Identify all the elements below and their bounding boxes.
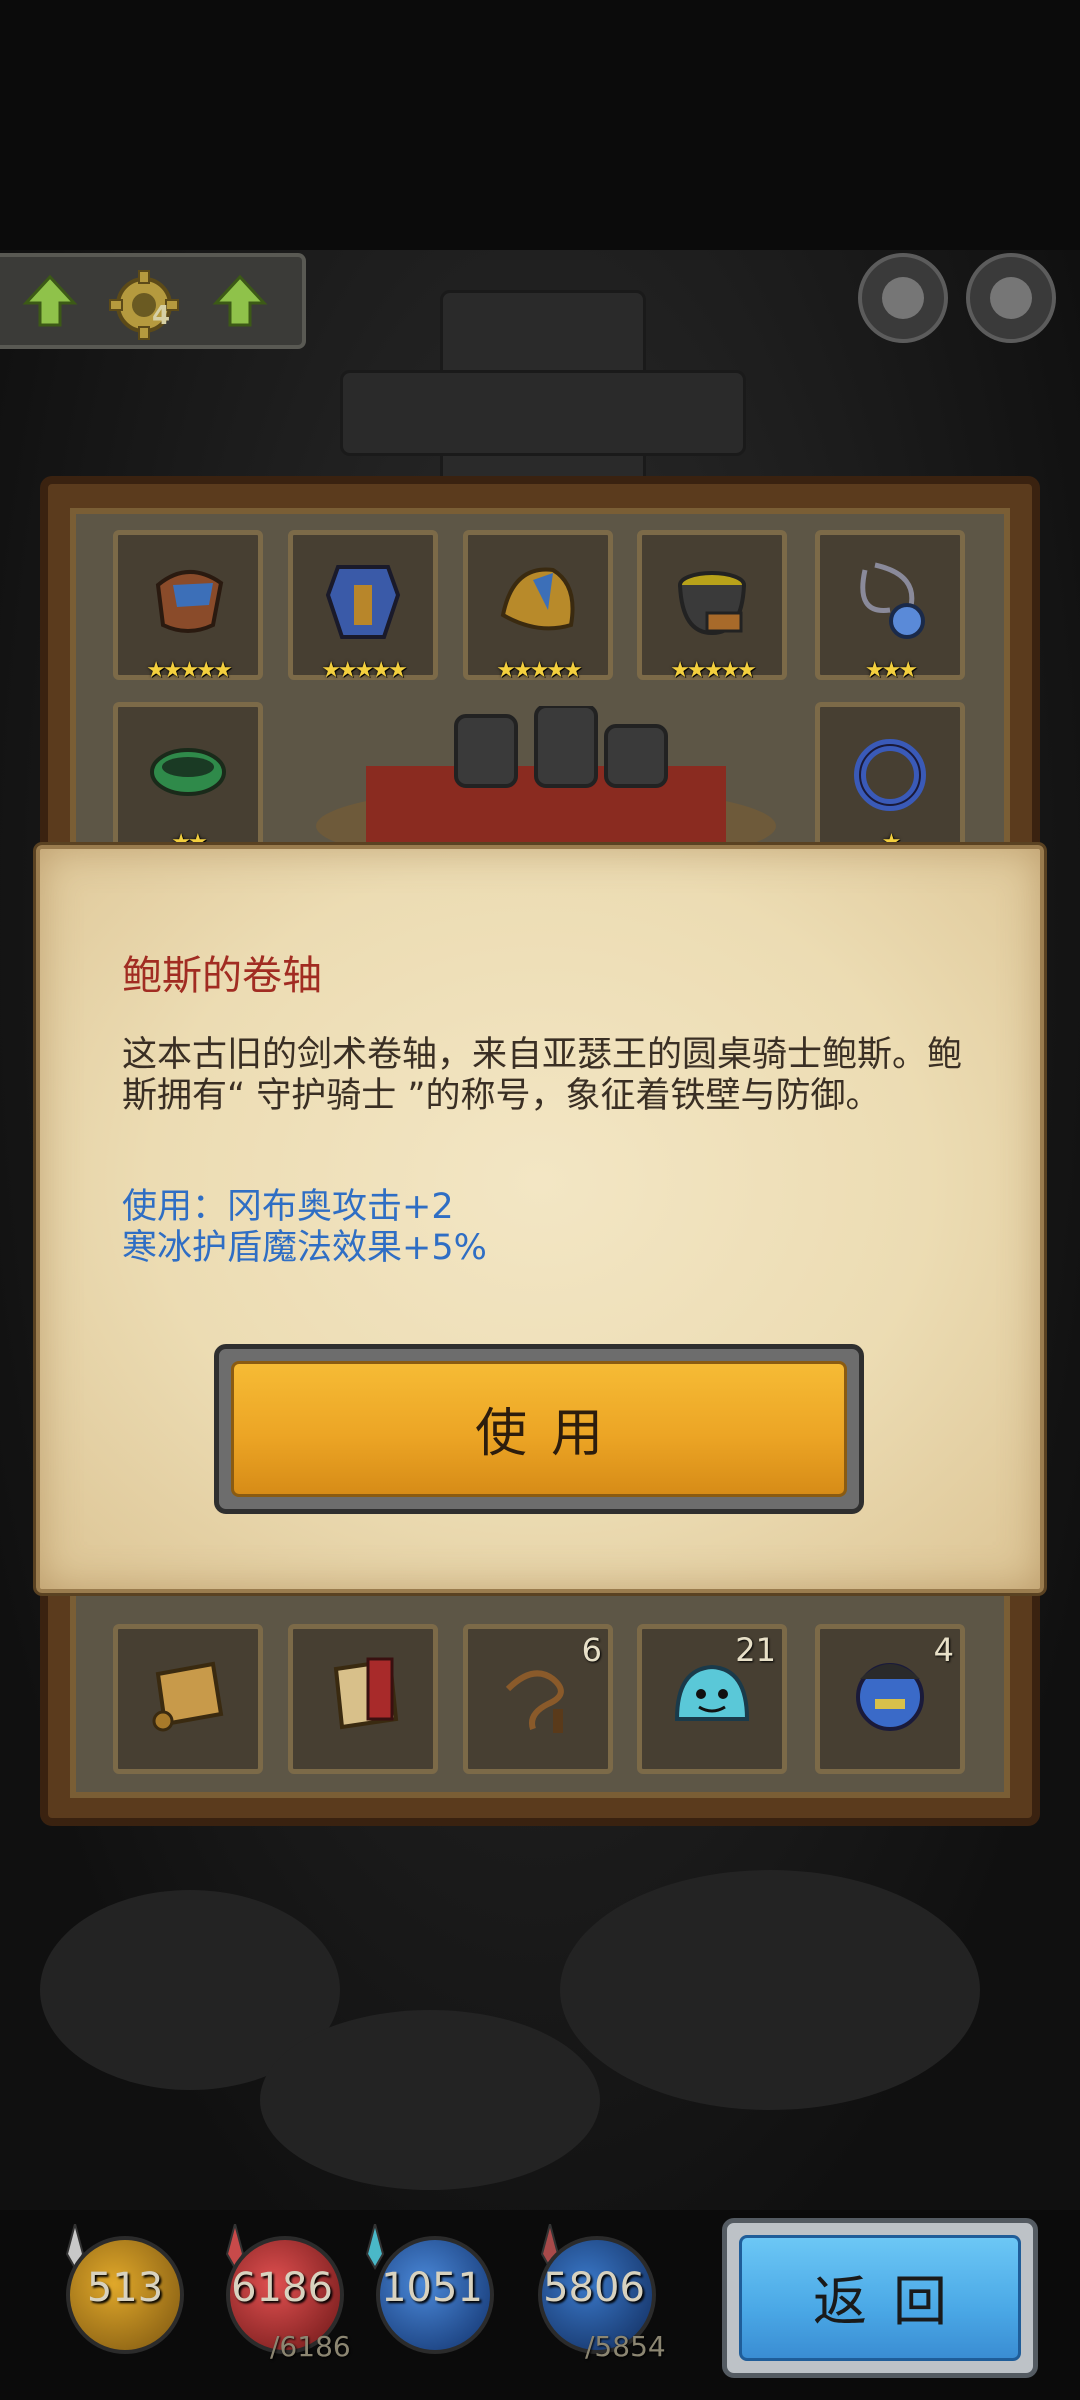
rarity-stars: ★★★ <box>864 658 918 683</box>
ogre-face-icon <box>882 277 924 319</box>
back-button-label: 返回 <box>813 2270 973 2333</box>
whip-icon <box>505 1670 564 1733</box>
inventory-slot[interactable] <box>288 1624 438 1774</box>
inventory-slot[interactable]: ★★★★★ <box>113 530 263 683</box>
cauldron-icon <box>678 571 746 636</box>
item-count: 21 <box>735 1631 776 1669</box>
health-max: /6186 <box>270 2330 351 2363</box>
red-scroll-icon <box>333 1657 399 1730</box>
attack-value: 513 <box>86 2265 164 2311</box>
magic-value: 1051 <box>381 2265 483 2311</box>
item-effect-line: 使用：冈布奥攻击+2 <box>122 1187 454 1227</box>
mana-max: /5854 <box>585 2330 666 2363</box>
inventory-slot[interactable]: ★★★★★ <box>637 530 787 683</box>
blue-ring-icon <box>854 739 926 811</box>
character-portrait-button[interactable] <box>966 253 1056 343</box>
green-bracelet-icon <box>150 748 226 796</box>
item-effect-line: 寒冰护盾魔法效果+5% <box>122 1228 487 1268</box>
inventory-slot[interactable]: ★★★★★ <box>288 530 438 683</box>
use-button-label: 使用 <box>474 1404 627 1464</box>
inventory-slot[interactable]: ★ <box>815 702 965 855</box>
rarity-stars: ★★★★★ <box>321 658 408 683</box>
character-portrait-button[interactable] <box>858 253 948 343</box>
upgrade-bar: 4 <box>0 253 306 349</box>
scroll-icon <box>152 1661 224 1732</box>
item-description: 这本古旧的剑术卷轴，来自亚瑟王的圆桌骑士鲍斯。鲍斯拥有“ 守护骑士 ”的称号，象… <box>122 1035 963 1116</box>
item-title: 鲍斯的卷轴 <box>122 953 322 999</box>
back-button[interactable]: 返回 <box>722 2218 1038 2378</box>
inventory-slot[interactable] <box>113 1624 263 1774</box>
upgrade-arrow-icon[interactable] <box>22 273 78 329</box>
inventory-slot[interactable]: 6 <box>463 1624 613 1774</box>
item-count: 6 <box>581 1631 602 1669</box>
armor-icon <box>325 565 401 639</box>
use-button[interactable]: 使用 <box>214 1344 864 1514</box>
hero-portrait-icon <box>856 1663 924 1731</box>
item-effect: 使用：冈布奥攻击+2 寒冰护盾魔法效果+5% <box>122 1187 962 1269</box>
inventory-slot[interactable]: ★★★ <box>815 530 965 683</box>
upgrade-arrow-icon[interactable] <box>212 273 268 329</box>
inventory-slot[interactable]: ★★ <box>113 702 263 855</box>
knight-face-icon <box>990 277 1032 319</box>
mana-value: 5806 <box>543 2265 645 2311</box>
gear-level: 4 <box>152 301 171 331</box>
amulet-icon <box>860 562 925 639</box>
steam-machine-icon <box>316 706 776 856</box>
inventory-slot[interactable]: 21 <box>637 1624 787 1774</box>
rarity-stars: ★★★★★ <box>496 658 583 683</box>
rarity-stars: ★★★★★ <box>670 658 757 683</box>
pauldron-icon <box>155 570 224 633</box>
health-value: 6186 <box>231 2265 333 2311</box>
item-detail-dialog: 鲍斯的卷轴 这本古旧的剑术卷轴，来自亚瑟王的圆桌骑士鲍斯。鲍斯拥有“ 守护骑士 … <box>36 845 1044 1593</box>
inventory-slot[interactable]: ★★★★★ <box>463 530 613 683</box>
item-count: 4 <box>933 1631 954 1669</box>
inventory-slot[interactable]: 4 <box>815 1624 965 1774</box>
winged-helmet-icon <box>500 567 575 631</box>
rarity-stars: ★★★★★ <box>146 658 233 683</box>
